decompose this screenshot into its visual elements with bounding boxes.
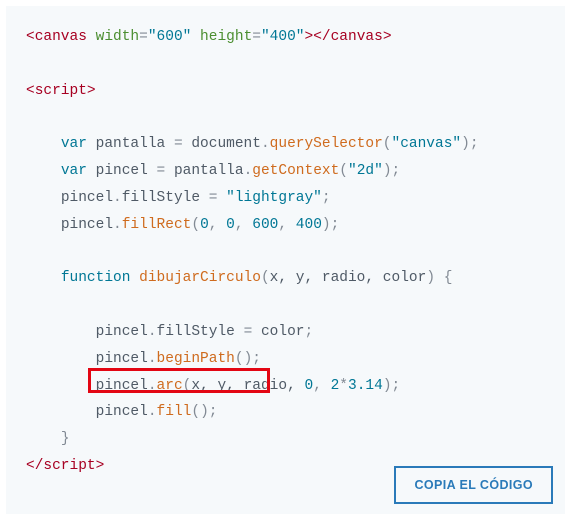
code-line-3: <script>	[26, 83, 96, 99]
code-line-5: var pantalla = document.querySelector("c…	[26, 136, 479, 152]
code-line-7: pincel.fillStyle = "lightgray";	[26, 190, 331, 206]
code-line-1: <canvas width="600" height="400"></canva…	[26, 29, 392, 45]
code-line-8: pincel.fillRect(0, 0, 600, 400);	[26, 217, 339, 233]
code-line-13: pincel.beginPath();	[26, 351, 261, 367]
code-line-12: pincel.fillStyle = color;	[26, 324, 313, 340]
code-snippet-wrapper: <canvas width="600" height="400"></canva…	[0, 0, 571, 520]
code-block: <canvas width="600" height="400"></canva…	[6, 6, 565, 514]
code-line-15: pincel.fill();	[26, 404, 217, 420]
code-line-14: pincel.arc(x, y, radio, 0, 2*3.14);	[26, 378, 400, 394]
code-line-10: function dibujarCirculo(x, y, radio, col…	[26, 270, 452, 286]
code-line-17: </script>	[26, 458, 104, 474]
code-line-16: }	[26, 431, 70, 447]
copy-code-button[interactable]: COPIA EL CÓDIGO	[394, 466, 553, 504]
code-line-6: var pincel = pantalla.getContext("2d");	[26, 163, 400, 179]
